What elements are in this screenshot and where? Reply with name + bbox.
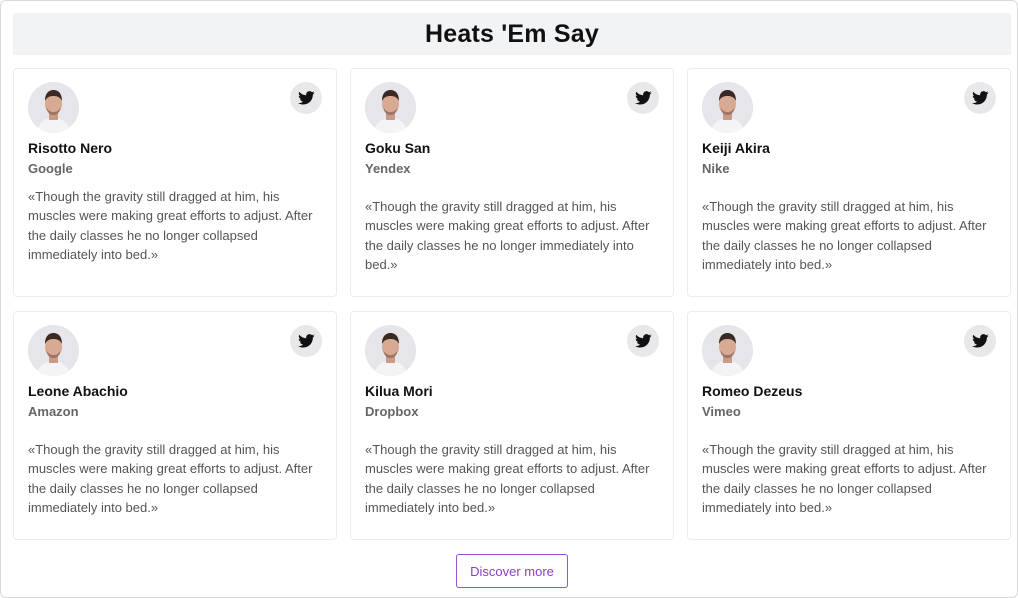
twitter-button[interactable] — [964, 325, 996, 357]
testimonial-company: Dropbox — [365, 404, 419, 419]
person-avatar-icon — [365, 82, 416, 133]
twitter-button[interactable] — [290, 325, 322, 357]
testimonial-quote: «Though the gravity still dragged at him… — [28, 442, 313, 515]
section-title: Heats 'Em Say — [425, 19, 599, 48]
avatar — [365, 82, 416, 133]
page-frame: Heats 'Em Say Risotto Nero Google «Thoug… — [0, 0, 1018, 598]
testimonial-company: Nike — [702, 161, 730, 176]
testimonial-card: Romeo Dezeus Vimeo «Though the gravity s… — [687, 311, 1011, 540]
person-avatar-icon — [702, 325, 753, 376]
testimonial-name: Keiji Akira — [702, 140, 770, 156]
twitter-button[interactable] — [627, 325, 659, 357]
testimonial-quote: «Though the gravity still dragged at him… — [702, 442, 987, 515]
twitter-icon — [297, 91, 315, 105]
testimonial-company: Yendex — [365, 161, 411, 176]
testimonial-name: Risotto Nero — [28, 140, 112, 156]
testimonial-name: Kilua Mori — [365, 383, 433, 399]
twitter-button[interactable] — [290, 82, 322, 114]
avatar — [702, 325, 753, 376]
testimonial-card: Leone Abachio Amazon «Though the gravity… — [13, 311, 337, 540]
twitter-button[interactable] — [627, 82, 659, 114]
person-avatar-icon — [365, 325, 416, 376]
testimonial-company: Vimeo — [702, 404, 741, 419]
avatar — [702, 82, 753, 133]
testimonial-name: Goku San — [365, 140, 431, 156]
testimonial-card: Keiji Akira Nike «Though the gravity sti… — [687, 68, 1011, 297]
twitter-icon — [297, 334, 315, 348]
avatar — [28, 82, 79, 133]
twitter-icon — [634, 334, 652, 348]
testimonial-card: Goku San Yendex «Though the gravity stil… — [350, 68, 674, 297]
testimonial-quote: «Though the gravity still dragged at him… — [702, 199, 987, 272]
testimonial-quote: «Though the gravity still dragged at him… — [28, 189, 313, 262]
avatar — [28, 325, 79, 376]
twitter-icon — [971, 91, 989, 105]
section-header: Heats 'Em Say — [13, 13, 1011, 55]
testimonial-company: Google — [28, 161, 73, 176]
testimonial-name: Leone Abachio — [28, 383, 128, 399]
person-avatar-icon — [28, 325, 79, 376]
testimonial-card: Risotto Nero Google «Though the gravity … — [13, 68, 337, 297]
testimonial-quote: «Though the gravity still dragged at him… — [365, 199, 650, 272]
testimonial-grid: Risotto Nero Google «Though the gravity … — [13, 68, 1011, 540]
twitter-icon — [634, 91, 652, 105]
person-avatar-icon — [28, 82, 79, 133]
testimonial-card: Kilua Mori Dropbox «Though the gravity s… — [350, 311, 674, 540]
twitter-button[interactable] — [964, 82, 996, 114]
person-avatar-icon — [702, 82, 753, 133]
discover-more-button[interactable]: Discover more — [456, 554, 568, 588]
avatar — [365, 325, 416, 376]
testimonial-company: Amazon — [28, 404, 79, 419]
testimonial-quote: «Though the gravity still dragged at him… — [365, 442, 650, 515]
twitter-icon — [971, 334, 989, 348]
testimonial-name: Romeo Dezeus — [702, 383, 803, 399]
